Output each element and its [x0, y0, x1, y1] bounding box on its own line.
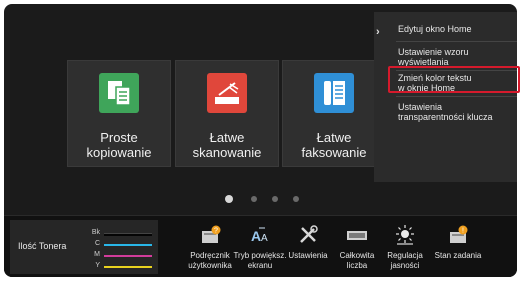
job-status-button[interactable]: ! Stan zadania [430, 224, 486, 276]
toner-bar-c [104, 244, 152, 246]
toner-label: Y [95, 262, 100, 269]
menu-item-display-pattern[interactable]: Ustawienie wzoru wyświetlania [398, 47, 514, 67]
selected-item-highlight [388, 66, 520, 93]
tools-icon [300, 225, 318, 243]
tile-easy-fax[interactable]: Łatwe faksowanie [282, 60, 386, 167]
scanner-icon [207, 73, 247, 113]
fax-icon [314, 73, 354, 113]
toner-bar-bk [104, 233, 152, 236]
brightness-icon [396, 225, 414, 245]
manual-icon: ? [202, 225, 221, 243]
svg-text:A: A [251, 228, 261, 244]
toner-label: M [94, 251, 100, 258]
toner-title: Ilość Tonera [18, 241, 67, 251]
bottom-toolbar: Ilość Tonera Bk C M Y ? Podręcznik użytk… [4, 215, 517, 277]
bottom-item-label: Stan zadania [434, 251, 482, 260]
page-dot-active[interactable] [225, 195, 233, 203]
menu-item-edit-home[interactable]: Edytuj okno Home [398, 24, 514, 34]
menu-divider [396, 41, 517, 42]
home-action-menu: Edytuj okno Home Ustawienie wzoru wyświe… [374, 12, 517, 182]
menu-divider [396, 96, 517, 97]
toner-level-panel[interactable]: Ilość Tonera Bk C M Y [10, 220, 158, 274]
toner-bar-m [104, 255, 152, 257]
tile-label: Łatwe skanowanie [192, 130, 262, 160]
job-status-icon: ! [450, 225, 468, 243]
menu-item-key-transparency[interactable]: Ustawienia transparentności klucza [398, 102, 514, 122]
chevron-right-icon[interactable]: › [376, 26, 380, 38]
brightness-button[interactable]: Regulacja jasności [377, 224, 433, 276]
tile-easy-scan[interactable]: Łatwe skanowanie [175, 60, 279, 167]
tile-label: Łatwe faksowanie [301, 130, 367, 160]
page-indicator [4, 194, 517, 204]
counter-icon [347, 231, 367, 240]
page-dot[interactable] [293, 196, 299, 202]
toner-label: C [94, 240, 100, 247]
copy-icon [99, 73, 139, 113]
tile-simple-copy[interactable]: Proste kopiowanie [67, 60, 171, 167]
toner-bar-y [104, 266, 152, 268]
svg-text:?: ? [214, 228, 218, 235]
home-screen: Proste kopiowanie Łatwe skanowanie Łatwe [4, 4, 517, 277]
tile-label: Proste kopiowanie [86, 130, 152, 160]
page-dot[interactable] [251, 196, 257, 202]
page-dot[interactable] [272, 196, 278, 202]
toner-label: Bk [91, 229, 100, 236]
svg-text:!: ! [462, 228, 464, 235]
svg-text:A: A [261, 233, 268, 244]
zoom-text-icon: A A [251, 227, 268, 244]
